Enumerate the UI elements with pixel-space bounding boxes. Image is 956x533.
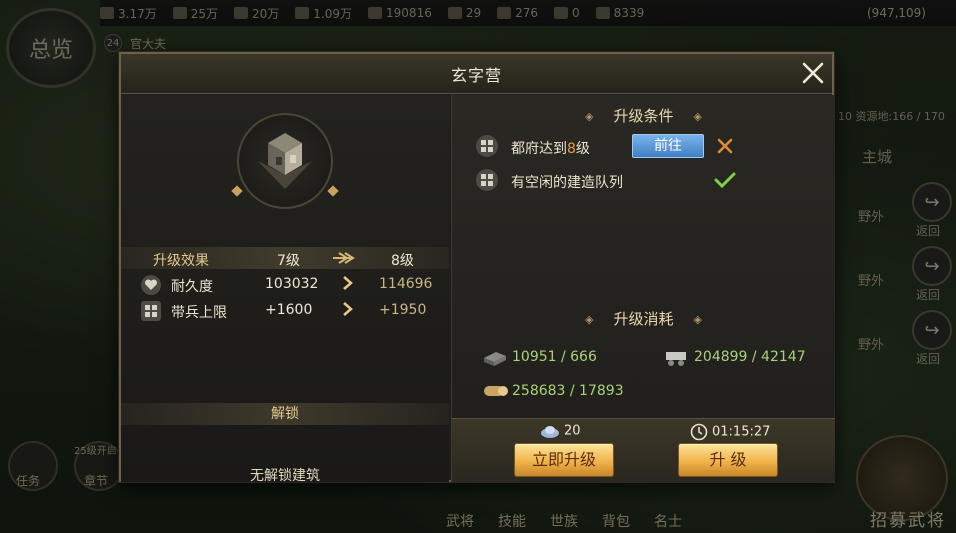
grid-icon bbox=[476, 135, 498, 157]
durability-old-value: 103032 bbox=[265, 276, 319, 292]
conditions-title: ◈ 升级条件 ◈ bbox=[585, 107, 702, 125]
gold-cost: 20 bbox=[540, 423, 581, 439]
durability-new-value: 114696 bbox=[379, 276, 433, 292]
iron-icon bbox=[482, 346, 508, 368]
ornament-icon: ◈ bbox=[585, 313, 594, 326]
wood-icon bbox=[482, 380, 508, 402]
goto-button[interactable]: 前往 bbox=[632, 134, 704, 158]
ornament-icon: ◈ bbox=[693, 313, 702, 326]
current-level: 7级 bbox=[277, 253, 300, 269]
dialog-header: 玄字营 bbox=[121, 54, 832, 94]
effect-row-troop-cap: 带兵上限 +1600 +1950 bbox=[121, 299, 449, 323]
upgrade-footer: 20 01:15:27 立即升级 升 级 bbox=[452, 418, 835, 482]
cost-title: ◈ 升级消耗 ◈ bbox=[585, 310, 702, 328]
close-icon bbox=[802, 62, 824, 84]
condition-row-build-queue: 有空闲的建造队列 bbox=[476, 169, 816, 193]
building-upgrade-dialog: 玄字营 升级效果 7级 8级 耐久度 103032 114696 带兵上限 +1… bbox=[119, 52, 835, 484]
ring-ornament-left bbox=[231, 185, 243, 197]
troop-cap-label: 带兵上限 bbox=[171, 305, 227, 321]
next-level: 8级 bbox=[391, 253, 414, 269]
ornament-icon: ◈ bbox=[585, 110, 594, 123]
building-portrait bbox=[237, 113, 333, 209]
grid-icon bbox=[476, 169, 498, 191]
unlock-header: 解锁 bbox=[121, 403, 449, 425]
fail-cross-icon bbox=[716, 137, 734, 159]
gold-ingot-icon bbox=[541, 426, 559, 438]
unlock-content: 无解锁建筑 bbox=[250, 468, 320, 484]
condition-text: 有空闲的建造队列 bbox=[511, 175, 623, 191]
durability-label: 耐久度 bbox=[171, 279, 213, 295]
chevron-right-icon bbox=[343, 302, 353, 320]
effect-row-durability: 耐久度 103032 114696 bbox=[121, 273, 449, 297]
effect-title: 升级效果 bbox=[153, 253, 209, 269]
ring-ornament-right bbox=[327, 185, 339, 197]
barracks-building-icon bbox=[258, 133, 312, 189]
upgrade-button[interactable]: 升 级 bbox=[678, 443, 778, 477]
checkmark-icon bbox=[714, 171, 736, 193]
upgrade-info-panel: 升级效果 7级 8级 耐久度 103032 114696 带兵上限 +1600 … bbox=[121, 95, 449, 484]
upgrade-time: 01:15:27 bbox=[690, 423, 770, 441]
heart-icon bbox=[141, 275, 161, 295]
level-arrow-icon bbox=[333, 252, 359, 268]
troop-cap-new-value: +1950 bbox=[379, 302, 427, 318]
effect-header: 升级效果 7级 8级 bbox=[121, 247, 449, 269]
close-button[interactable] bbox=[800, 60, 826, 86]
troop-cap-old-value: +1600 bbox=[265, 302, 313, 318]
grid-icon bbox=[141, 301, 161, 321]
clock-icon bbox=[690, 423, 708, 441]
instant-upgrade-button[interactable]: 立即升级 bbox=[514, 443, 614, 477]
chevron-right-icon bbox=[343, 276, 353, 294]
condition-text: 都府达到8级 bbox=[511, 141, 590, 157]
dialog-title: 玄字营 bbox=[450, 65, 502, 85]
stone-cart-icon bbox=[664, 346, 690, 368]
ornament-icon: ◈ bbox=[693, 110, 702, 123]
